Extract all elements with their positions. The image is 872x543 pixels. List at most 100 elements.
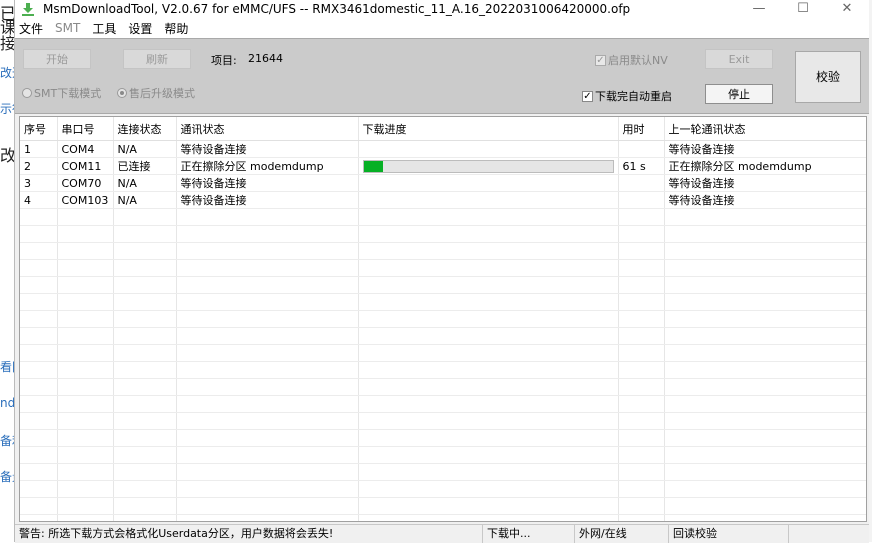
cell-last: 等待设备连接 [664, 140, 866, 158]
cell-time [618, 191, 665, 209]
cell-conn: N/A [113, 174, 177, 192]
empty-cell [113, 446, 177, 464]
cell-conn: 已连接 [113, 157, 177, 175]
empty-cell [57, 480, 114, 498]
empty-cell [20, 242, 58, 260]
cell-index: 2 [20, 157, 58, 175]
empty-cell [20, 446, 58, 464]
empty-cell [618, 344, 665, 362]
empty-cell [57, 361, 114, 379]
verify-button[interactable]: 校验 [795, 51, 861, 103]
status-bar: 警告: 所选下载方式会格式化Userdata分区，用户数据将会丢失! 下载中..… [15, 524, 869, 543]
exit-button[interactable]: Exit [705, 49, 773, 69]
empty-cell [176, 412, 359, 430]
empty-cell [113, 480, 177, 498]
empty-cell [358, 361, 619, 379]
auto-reboot-label: 下载完自动重启 [595, 90, 672, 103]
cell-port: COM103 [57, 191, 114, 209]
minimize-icon[interactable]: — [737, 0, 781, 18]
cell-comm: 正在擦除分区 modemdump [176, 157, 359, 175]
empty-cell [664, 514, 866, 521]
column-header[interactable]: 用时 [618, 117, 665, 141]
empty-cell [618, 497, 665, 515]
empty-cell [664, 446, 866, 464]
table-row[interactable]: 1 COM4 N/A 等待设备连接 等待设备连接 [20, 140, 866, 158]
column-header[interactable]: 序号 [20, 117, 58, 141]
empty-cell [176, 344, 359, 362]
empty-cell [664, 361, 866, 379]
empty-cell [358, 378, 619, 396]
empty-cell [176, 310, 359, 328]
empty-row [20, 327, 866, 345]
empty-cell [176, 208, 359, 226]
default-nv-checkbox[interactable]: ✓ 启用默认NV [595, 52, 668, 68]
menu-settings[interactable]: 设置 [128, 20, 152, 37]
empty-cell [618, 327, 665, 345]
empty-cell [20, 480, 58, 498]
empty-cell [358, 259, 619, 277]
empty-cell [57, 514, 114, 521]
smt-mode-radio[interactable]: SMT下载模式 [22, 85, 101, 101]
empty-cell [176, 395, 359, 413]
refresh-button[interactable]: 刷新 [123, 49, 191, 69]
maximize-icon[interactable]: ☐ [781, 0, 825, 18]
empty-cell [113, 429, 177, 447]
empty-cell [20, 378, 58, 396]
empty-cell [20, 429, 58, 447]
empty-cell [664, 293, 866, 311]
stop-button[interactable]: 停止 [705, 84, 773, 104]
column-header[interactable]: 连接状态 [113, 117, 177, 141]
cell-index: 1 [20, 140, 58, 158]
empty-cell [113, 344, 177, 362]
empty-cell [664, 225, 866, 243]
cell-index: 4 [20, 191, 58, 209]
empty-cell [664, 276, 866, 294]
empty-cell [57, 497, 114, 515]
toolbar: 开始 刷新 项目: 21644 ✓ 启用默认NV Exit SMT下载模式 售后… [15, 38, 869, 114]
menu-help[interactable]: 帮助 [164, 20, 188, 37]
auto-reboot-checkbox[interactable]: ✓ 下载完自动重启 [582, 88, 672, 104]
empty-cell [664, 259, 866, 277]
empty-cell [358, 327, 619, 345]
column-header[interactable]: 串口号 [57, 117, 114, 141]
empty-row [20, 514, 866, 521]
table-row[interactable]: 4 COM103 N/A 等待设备连接 等待设备连接 [20, 191, 866, 209]
empty-cell [176, 463, 359, 481]
empty-cell [20, 361, 58, 379]
device-table: 序号 串口号 连接状态 通讯状态 下载进度 用时 上一轮通讯状态 1 COM4 N/… [19, 116, 867, 522]
empty-cell [113, 225, 177, 243]
radio-selected-icon [117, 88, 127, 98]
empty-cell [176, 497, 359, 515]
table-row[interactable]: 2 COM11 已连接 正在擦除分区 modemdump 61 s 正在擦除分区 mode… [20, 157, 866, 175]
download-app-icon [22, 3, 34, 16]
aftersale-mode-radio[interactable]: 售后升级模式 [117, 85, 195, 101]
cell-time [618, 140, 665, 158]
column-header[interactable]: 通讯状态 [176, 117, 359, 141]
start-button[interactable]: 开始 [23, 49, 91, 69]
column-header[interactable]: 下载进度 [358, 117, 619, 141]
close-icon[interactable]: ✕ [825, 0, 869, 18]
title-bar[interactable]: MsmDownloadTool, V2.0.67 for eMMC/UFS --… [15, 0, 869, 18]
empty-row [20, 480, 866, 498]
empty-cell [664, 327, 866, 345]
empty-cell [618, 310, 665, 328]
column-header[interactable]: 上一轮通讯状态 [664, 117, 866, 141]
menu-tools[interactable]: 工具 [92, 20, 116, 37]
empty-cell [358, 514, 619, 521]
empty-cell [664, 429, 866, 447]
empty-cell [358, 497, 619, 515]
empty-cell [20, 514, 58, 521]
menu-smt[interactable]: SMT [55, 21, 80, 35]
aftersale-mode-label: 售后升级模式 [129, 87, 195, 100]
empty-cell [20, 327, 58, 345]
empty-cell [618, 480, 665, 498]
empty-cell [176, 242, 359, 260]
table-row[interactable]: 3 COM70 N/A 等待设备连接 等待设备连接 [20, 174, 866, 192]
empty-cell [176, 429, 359, 447]
empty-cell [113, 378, 177, 396]
empty-row [20, 463, 866, 481]
app-window: MsmDownloadTool, V2.0.67 for eMMC/UFS --… [14, 0, 869, 543]
empty-cell [664, 480, 866, 498]
empty-cell [57, 276, 114, 294]
menu-file[interactable]: 文件 [19, 20, 43, 37]
